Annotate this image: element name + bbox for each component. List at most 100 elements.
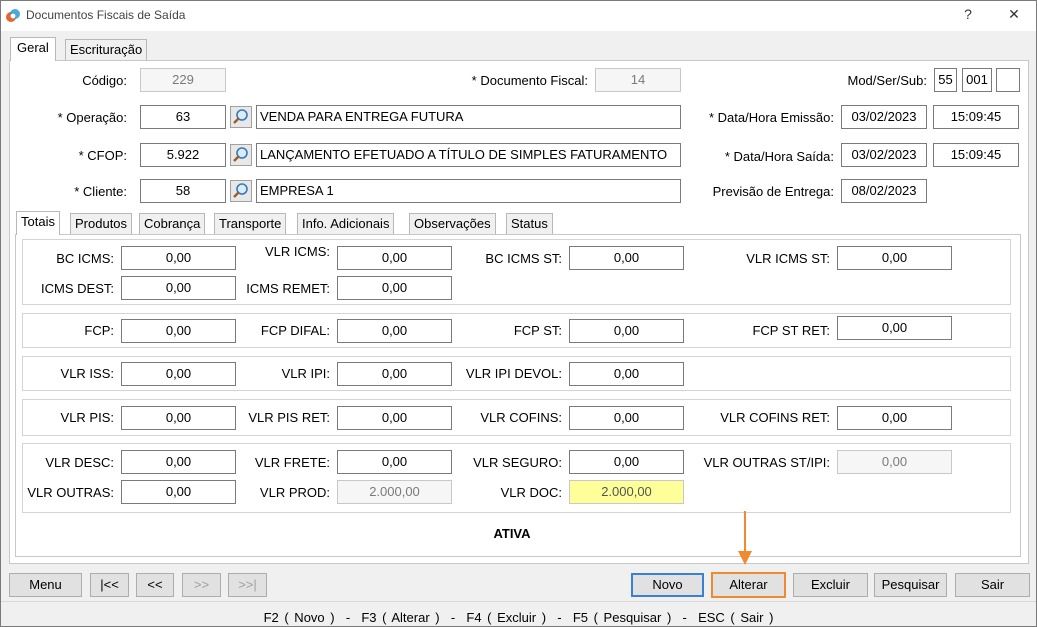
tab-produtos[interactable]: Produtos <box>70 213 133 235</box>
bc-icms-label: BC ICMS: <box>56 251 114 266</box>
pesquisar-button[interactable]: Pesquisar <box>874 573 947 597</box>
emissao-date-field[interactable]: 03/02/2023 <box>841 105 927 129</box>
tab-observacoes[interactable]: Observações <box>409 213 496 235</box>
icms-remet-label: ICMS REMET: <box>246 281 330 296</box>
vlr-cofins-ret-field[interactable]: 0,00 <box>837 406 952 430</box>
vlr-desc-label: VLR DESC: <box>45 455 114 470</box>
previous-record-button[interactable]: << <box>136 573 174 597</box>
codigo-label: Código: <box>82 73 127 88</box>
cliente-code-field[interactable]: 58 <box>140 179 226 203</box>
bc-icms-field[interactable]: 0,00 <box>121 246 236 270</box>
vlr-pis-ret-label: VLR PIS RET: <box>248 410 330 425</box>
vlr-icms-field[interactable]: 0,00 <box>337 246 452 270</box>
vlr-ipi-devol-label: VLR IPI DEVOL: <box>465 366 562 381</box>
vlr-outras-field[interactable]: 0,00 <box>121 480 236 504</box>
vlr-frete-field[interactable]: 0,00 <box>337 450 452 474</box>
fcp-field[interactable]: 0,00 <box>121 319 236 343</box>
operacao-code-field[interactable]: 63 <box>140 105 226 129</box>
tab-status[interactable]: Status <box>506 213 553 235</box>
vlr-pis-label: VLR PIS: <box>60 410 114 425</box>
fcp-st-label: FCP ST: <box>513 323 562 338</box>
documento-fiscal-field[interactable]: 14 <box>595 68 681 92</box>
operacao-desc-field[interactable]: VENDA PARA ENTREGA FUTURA <box>256 105 681 129</box>
cfop-label: * CFOP: <box>78 148 127 163</box>
tab-info-adicionais[interactable]: Info. Adicionais <box>297 213 395 235</box>
title-bar: Documentos Fiscais de Saída ? ✕ <box>1 1 1036 31</box>
sub-field[interactable] <box>996 68 1020 92</box>
documento-fiscal-label: * Documento Fiscal: <box>471 73 588 88</box>
icms-dest-field[interactable]: 0,00 <box>121 276 236 300</box>
bc-icms-st-label: BC ICMS ST: <box>485 251 562 266</box>
vlr-pis-field[interactable]: 0,00 <box>121 406 236 430</box>
operacao-label: * Operação: <box>57 110 127 125</box>
next-record-button[interactable]: >> <box>182 573 221 597</box>
operacao-lookup-button[interactable] <box>230 106 252 128</box>
vlr-ipi-devol-field[interactable]: 0,00 <box>569 362 684 386</box>
vlr-frete-label: VLR FRETE: <box>254 455 330 470</box>
saida-time-field[interactable]: 15:09:45 <box>933 143 1019 167</box>
status-bar-divider <box>1 601 1036 602</box>
vlr-iss-field[interactable]: 0,00 <box>121 362 236 386</box>
tab-transporte[interactable]: Transporte <box>214 213 287 235</box>
excluir-button[interactable]: Excluir <box>793 573 868 597</box>
vlr-pis-ret-field[interactable]: 0,00 <box>337 406 452 430</box>
tab-cobranca[interactable]: Cobrança <box>139 213 206 235</box>
previsao-entrega-label: Previsão de Entrega: <box>712 184 834 199</box>
vlr-outras-st-ipi-field[interactable]: 0,00 <box>837 450 952 474</box>
cfop-lookup-button[interactable] <box>230 144 252 166</box>
status-label: ATIVA <box>493 526 531 541</box>
emissao-time-field[interactable]: 15:09:45 <box>933 105 1019 129</box>
vlr-seguro-field[interactable]: 0,00 <box>569 450 684 474</box>
fcp-st-ret-field[interactable]: 0,00 <box>837 316 952 340</box>
icms-remet-field[interactable]: 0,00 <box>337 276 452 300</box>
vlr-outras-label: VLR OUTRAS: <box>27 485 114 500</box>
fcp-label: FCP: <box>84 323 114 338</box>
mod-field[interactable]: 55 <box>934 68 957 92</box>
window-title: Documentos Fiscais de Saída <box>26 8 186 22</box>
fcp-difal-label: FCP DIFAL: <box>260 323 330 338</box>
keyboard-shortcuts-bar: F2 ( Novo ) - F3 ( Alterar ) - F4 ( Excl… <box>263 610 774 625</box>
previsao-date-field[interactable]: 08/02/2023 <box>841 179 927 203</box>
vlr-icms-st-field[interactable]: 0,00 <box>837 246 952 270</box>
vlr-seguro-label: VLR SEGURO: <box>473 455 562 470</box>
tab-totais[interactable]: Totais <box>16 211 60 235</box>
magnifier-icon <box>233 183 248 198</box>
codigo-field[interactable]: 229 <box>140 68 226 92</box>
novo-button[interactable]: Novo <box>631 573 704 597</box>
vlr-cofins-label: VLR COFINS: <box>480 410 562 425</box>
data-hora-saida-label: * Data/Hora Saída: <box>724 149 834 164</box>
cliente-lookup-button[interactable] <box>230 180 252 202</box>
saida-date-field[interactable]: 03/02/2023 <box>841 143 927 167</box>
cliente-desc-field[interactable]: EMPRESA 1 <box>256 179 681 203</box>
sair-button[interactable]: Sair <box>955 573 1030 597</box>
fcp-st-field[interactable]: 0,00 <box>569 319 684 343</box>
menu-button[interactable]: Menu <box>9 573 82 597</box>
app-logo-icon <box>6 9 20 22</box>
bc-icms-st-field[interactable]: 0,00 <box>569 246 684 270</box>
fcp-st-ret-label: FCP ST RET: <box>752 323 830 338</box>
vlr-prod-field[interactable]: 2.000,00 <box>337 480 452 504</box>
ser-field[interactable]: 001 <box>962 68 992 92</box>
tab-geral[interactable]: Geral <box>10 37 56 61</box>
vlr-ipi-label: VLR IPI: <box>281 366 330 381</box>
vlr-ipi-field[interactable]: 0,00 <box>337 362 452 386</box>
vlr-doc-field[interactable]: 2.000,00 <box>569 480 684 504</box>
vlr-desc-field[interactable]: 0,00 <box>121 450 236 474</box>
mod-ser-sub-label: Mod/Ser/Sub: <box>847 73 928 88</box>
last-record-button[interactable]: >>| <box>228 573 267 597</box>
fcp-difal-field[interactable]: 0,00 <box>337 319 452 343</box>
close-button[interactable]: ✕ <box>1004 6 1024 23</box>
tab-escrituracao[interactable]: Escrituração <box>65 39 148 61</box>
cfop-code-field[interactable]: 5.922 <box>140 143 226 167</box>
vlr-doc-label: VLR DOC: <box>500 485 562 500</box>
vlr-icms-st-label: VLR ICMS ST: <box>746 251 830 266</box>
first-record-button[interactable]: |<< <box>90 573 129 597</box>
magnifier-icon <box>233 109 248 124</box>
window: Documentos Fiscais de Saída ? ✕ Geral Es… <box>0 0 1037 627</box>
help-button[interactable]: ? <box>958 6 978 22</box>
vlr-icms-label: VLR ICMS: <box>264 244 330 259</box>
alterar-button[interactable]: Alterar <box>711 572 786 598</box>
vlr-cofins-field[interactable]: 0,00 <box>569 406 684 430</box>
vlr-cofins-ret-label: VLR COFINS RET: <box>720 410 830 425</box>
cfop-desc-field[interactable]: LANÇAMENTO EFETUADO A TÍTULO DE SIMPLES … <box>256 143 681 167</box>
